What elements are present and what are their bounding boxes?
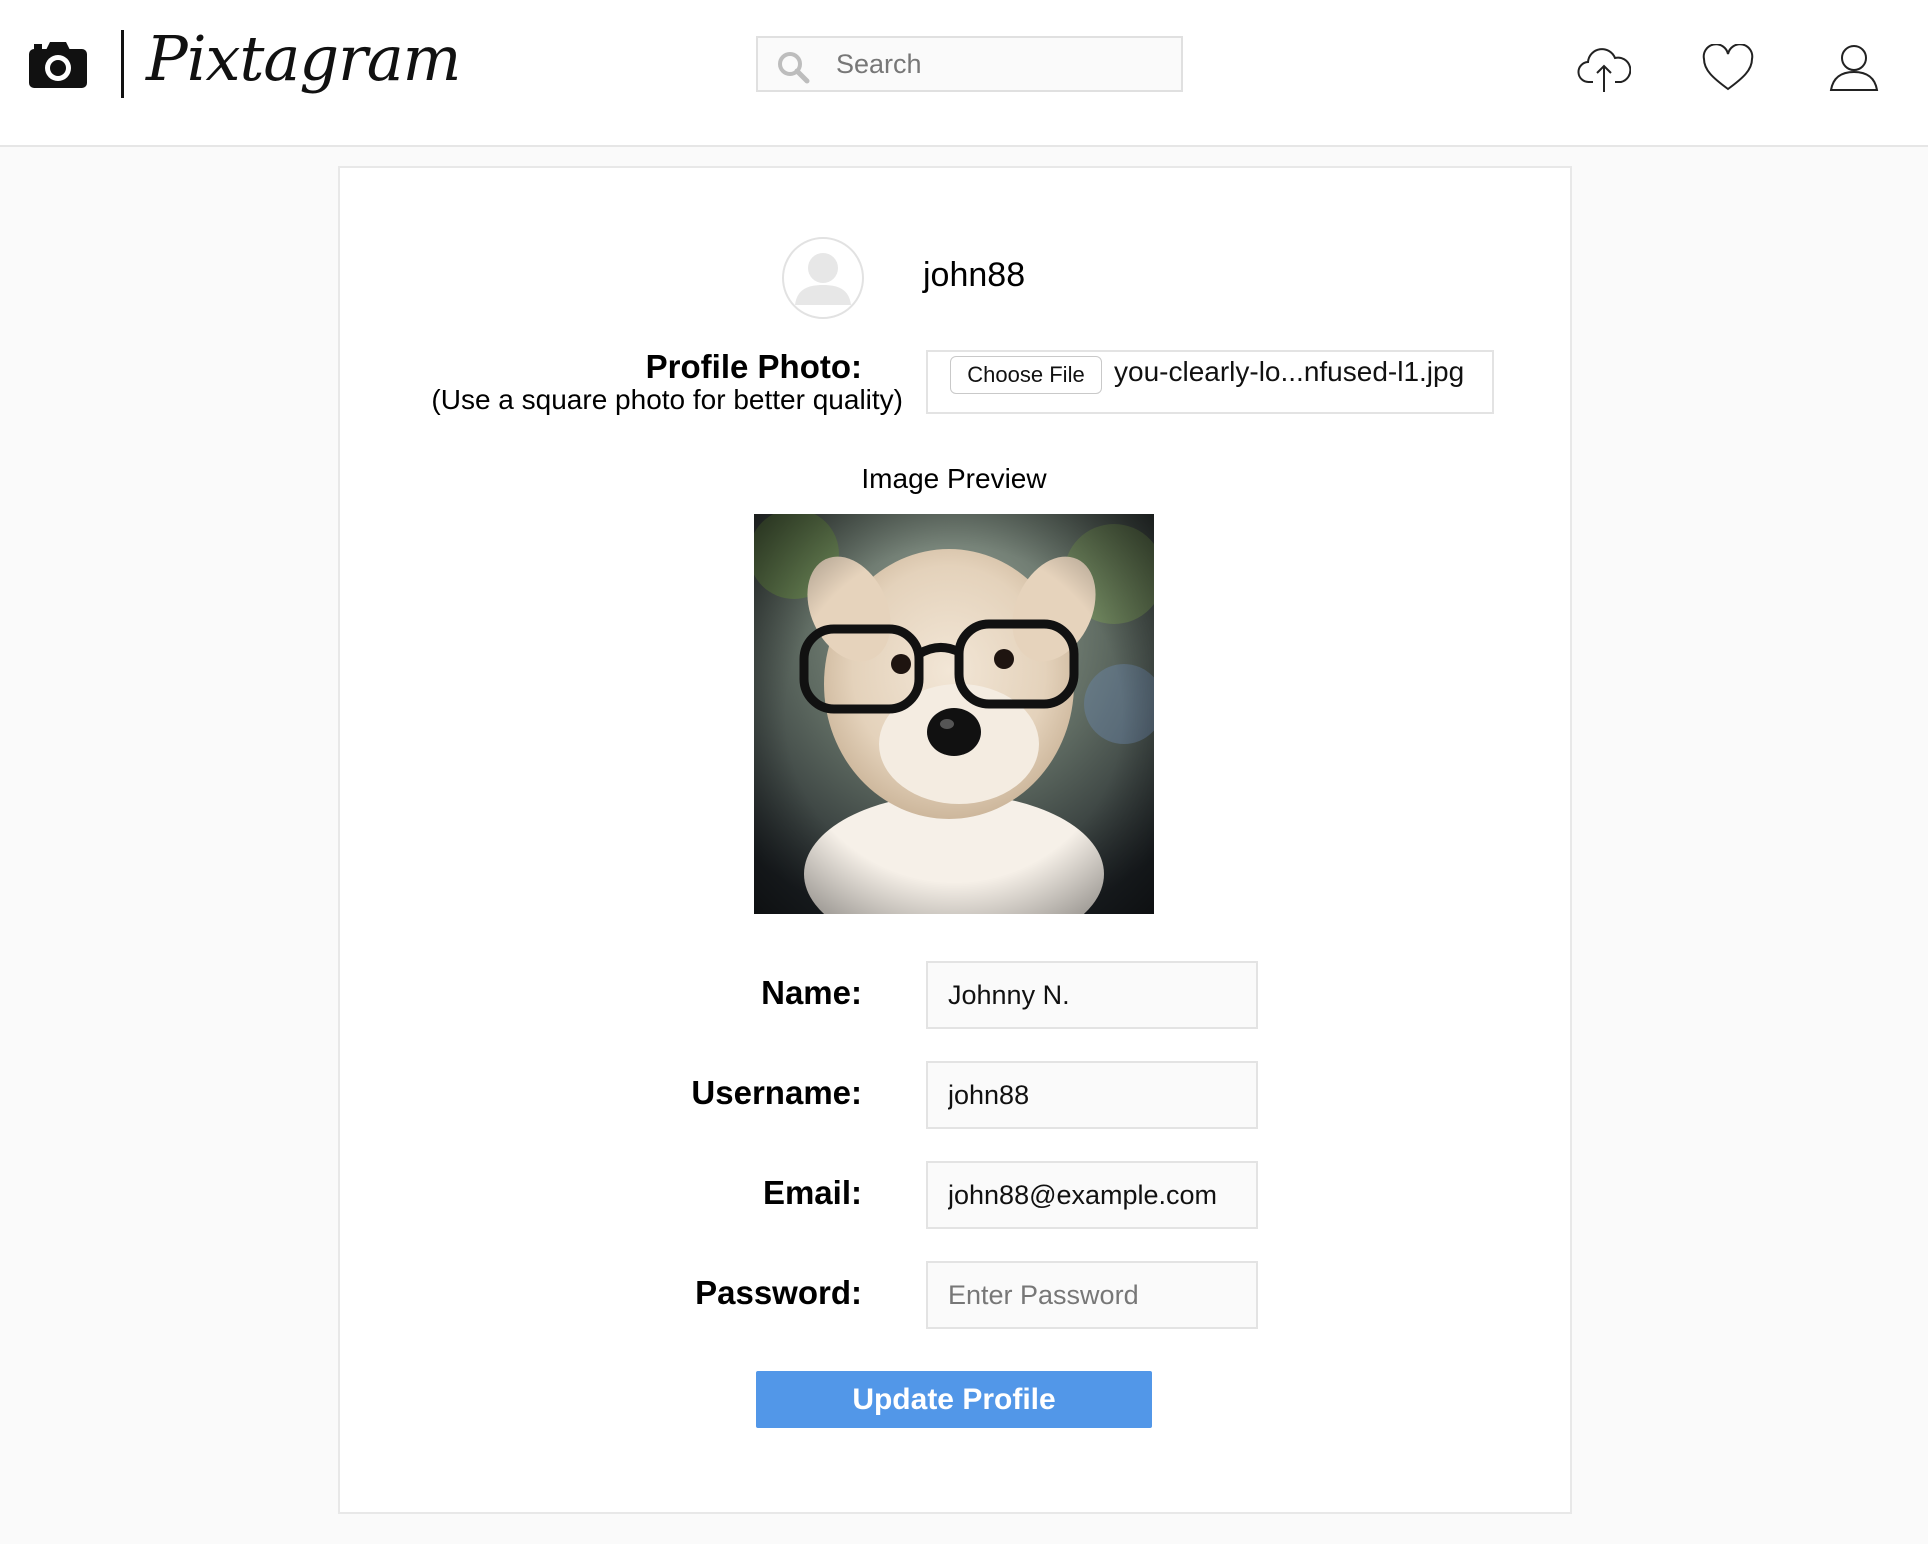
- heart-icon[interactable]: [1701, 44, 1755, 94]
- username-label: Username:: [691, 1074, 862, 1111]
- choose-file-button[interactable]: Choose File: [950, 356, 1102, 394]
- search-input[interactable]: [836, 38, 1166, 90]
- selected-file-name: you-clearly-lo...nfused-l1.jpg: [1114, 356, 1465, 387]
- email-field: [926, 1161, 1258, 1229]
- password-label: Password:: [695, 1274, 862, 1311]
- brand-logo[interactable]: Pixtagram: [146, 22, 461, 96]
- password-input[interactable]: [928, 1263, 1256, 1327]
- name-label: Name:: [761, 974, 862, 1011]
- name-field: [926, 961, 1258, 1029]
- name-input[interactable]: [928, 963, 1256, 1027]
- profile-photo-hint: (Use a square photo for better quality): [431, 384, 903, 415]
- password-field: [926, 1261, 1258, 1329]
- image-preview: [754, 514, 1154, 914]
- camera-icon[interactable]: [29, 40, 87, 88]
- profile-username: john88: [923, 256, 1026, 294]
- username-field: [926, 1061, 1258, 1129]
- profile-photo-label: Profile Photo:: [645, 348, 862, 385]
- update-profile-button[interactable]: Update Profile: [756, 1371, 1152, 1428]
- logo-divider: [121, 30, 124, 98]
- email-input[interactable]: [928, 1163, 1256, 1227]
- avatar-placeholder-icon: [782, 237, 864, 319]
- username-input[interactable]: [928, 1063, 1256, 1127]
- search-bar[interactable]: [756, 36, 1183, 92]
- user-icon[interactable]: [1827, 44, 1881, 94]
- upload-cloud-icon[interactable]: [1577, 44, 1631, 94]
- top-navbar: Pixtagram: [0, 0, 1928, 147]
- search-icon: [778, 52, 810, 84]
- file-input: Choose File you-clearly-lo...nfused-l1.j…: [926, 350, 1494, 414]
- image-preview-title: Image Preview: [861, 463, 1047, 494]
- email-label: Email:: [762, 1174, 862, 1211]
